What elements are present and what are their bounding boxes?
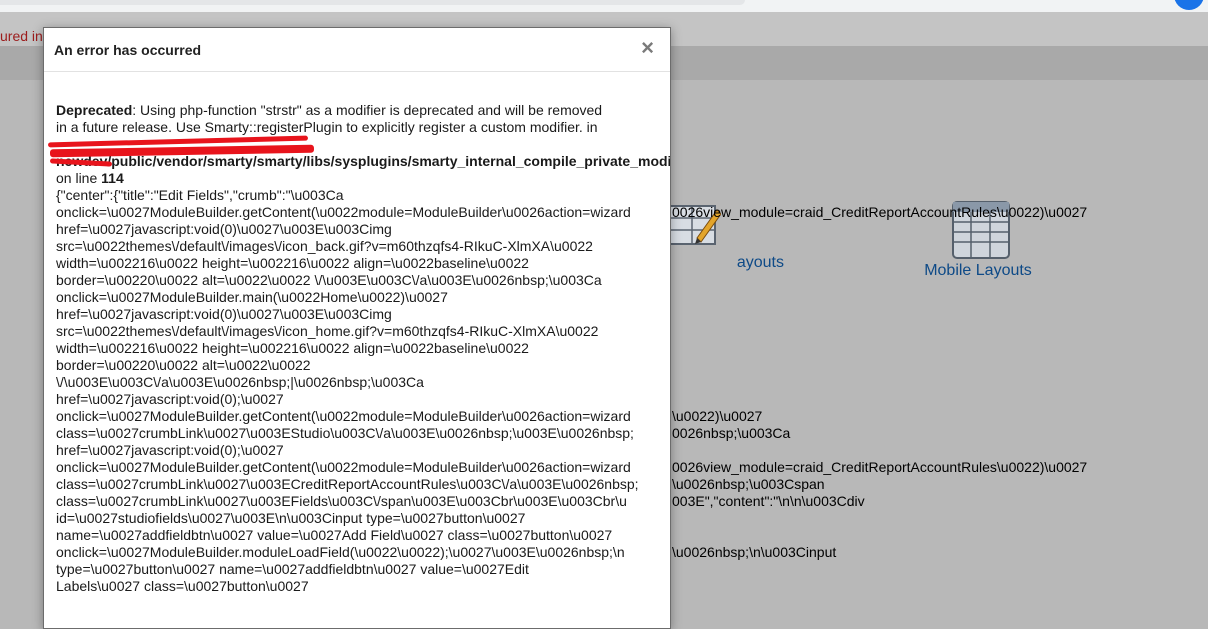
message-line: onclick=\u0027ModuleBuilder.getContent(\… bbox=[56, 408, 631, 424]
close-icon[interactable]: × bbox=[641, 35, 654, 61]
message-line: href=\u0027javascript:void(0);\u0027 bbox=[56, 442, 284, 458]
line-number-label: on line bbox=[56, 170, 102, 186]
message-line: onclick=\u0027ModuleBuilder.main(\u0022H… bbox=[56, 289, 448, 305]
message-line: type=\u0027button\u0027 name=\u0027addfi… bbox=[56, 561, 529, 577]
deprecated-text: : Using php-function "strstr" as a modif… bbox=[132, 102, 603, 118]
bg-text-line: \u0026nbsp;\u003Cspan bbox=[672, 476, 825, 492]
bg-text-line: \u0026nbsp;\n\u003Cinput bbox=[672, 544, 837, 560]
modal-title: An error has occurred bbox=[54, 42, 202, 58]
line-number: 114 bbox=[101, 170, 124, 186]
profile-avatar[interactable] bbox=[1174, 0, 1204, 10]
message-line: width=\u002216\u0022 height=\u002216\u00… bbox=[56, 340, 529, 356]
modal-header: An error has occurred × bbox=[44, 28, 670, 72]
message-line: id=\u0027studiofields\u0027\u003E\n\u003… bbox=[56, 510, 526, 526]
background-error-text: ured in bbox=[0, 28, 43, 44]
message-line: href=\u0027javascript:void(0)\u0027\u003… bbox=[56, 306, 392, 322]
message-line: onclick=\u0027ModuleBuilder.getContent(\… bbox=[56, 204, 631, 220]
browser-toolbar bbox=[0, 0, 1208, 12]
error-modal: An error has occurred × Deprecated: Usin… bbox=[43, 27, 671, 629]
deprecated-message: Deprecated: Using php-function "strstr" … bbox=[56, 102, 658, 119]
message-line: name=\u0027addfieldbtn\u0027 value=\u002… bbox=[56, 527, 613, 543]
message-line: href=\u0027javascript:void(0)\u0027\u003… bbox=[56, 221, 392, 237]
message-line: width=\u002216\u0022 height=\u002216\u00… bbox=[56, 255, 529, 271]
message-line: class=\u0027crumbLink\u0027\u003EFields\… bbox=[56, 493, 627, 509]
message-line: class=\u0027crumbLink\u0027\u003ECreditR… bbox=[56, 476, 639, 492]
bg-text-line: 0026view_module=craid_CreditReportAccoun… bbox=[672, 459, 1088, 475]
message-line: class=\u0027crumbLink\u0027\u003EStudio\… bbox=[56, 425, 634, 441]
message-line: onclick=\u0027ModuleBuilder.moduleLoadFi… bbox=[56, 544, 625, 560]
message-line: onclick=\u0027ModuleBuilder.getContent(\… bbox=[56, 459, 631, 475]
file-path: /public/vendor/smarty/smarty/libs/sysplu… bbox=[107, 153, 671, 169]
bg-text-line: \u0022)\u0027 bbox=[672, 408, 763, 424]
message-line: src=\u0022themes\/default\/images\/icon_… bbox=[56, 323, 599, 339]
address-bar[interactable] bbox=[0, 0, 745, 5]
deprecated-label: Deprecated bbox=[56, 102, 133, 118]
bg-text-line: 0026nbsp;\u003Ca bbox=[672, 425, 791, 441]
message-line: \/\u003E\u003C\/a\u003E\u0026nbsp;|\u002… bbox=[56, 374, 424, 390]
bg-text-line: 003E","content":"\n\n\u003Cdiv bbox=[672, 493, 865, 509]
message-line: in a future release. Use Smarty::registe… bbox=[56, 119, 598, 135]
bg-text-line: 0026view_module=craid_CreditReportAccoun… bbox=[672, 204, 1088, 220]
message-line: border=\u00220\u0022 alt=\u0022\u0022 \/… bbox=[56, 272, 602, 288]
message-line: src=\u0022themes\/default\/images\/icon_… bbox=[56, 238, 593, 254]
mobile-layouts-tile-label: Mobile Layouts bbox=[924, 262, 1032, 279]
message-line: border=\u00220\u0022 alt=\u0022\u0022 bbox=[56, 357, 311, 373]
message-line: {"center":{"title":"Edit Fields","crumb"… bbox=[56, 187, 344, 203]
message-line: href=\u0027javascript:void(0);\u0027 bbox=[56, 391, 284, 407]
message-line: Labels\u0027 class=\u0027button\u0027 bbox=[56, 578, 309, 594]
line-number-line: on line 114 bbox=[56, 170, 658, 187]
